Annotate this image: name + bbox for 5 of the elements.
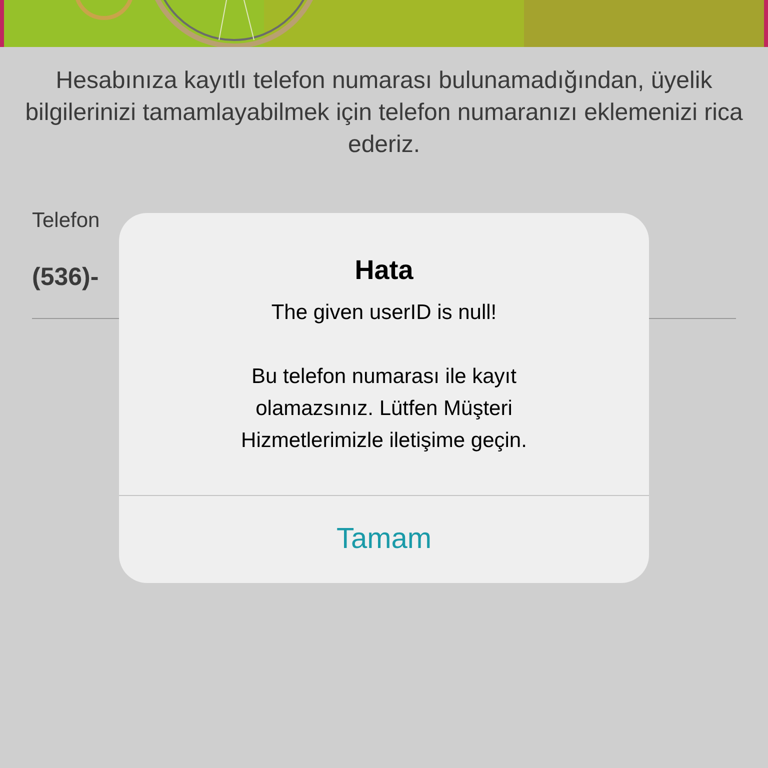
field-label: Telefon — [32, 208, 101, 234]
alert-message: The given userID is null! — [270, 300, 498, 326]
description-text: Hesabınıza kayıtlı telefon numarası bulunamadığından, üyelik bilgilerinizi tamamlayabilmek için telefon numaranızı eklemenizi rica ederiz. — [24, 66, 744, 160]
alert-message: Bu telefon numarası ile kayıt olamazsınız. Lütfen Müşteri Hizmetlerimizle iletişime geçin. — [240, 364, 528, 454]
alert-title: Hata — [354, 254, 414, 287]
